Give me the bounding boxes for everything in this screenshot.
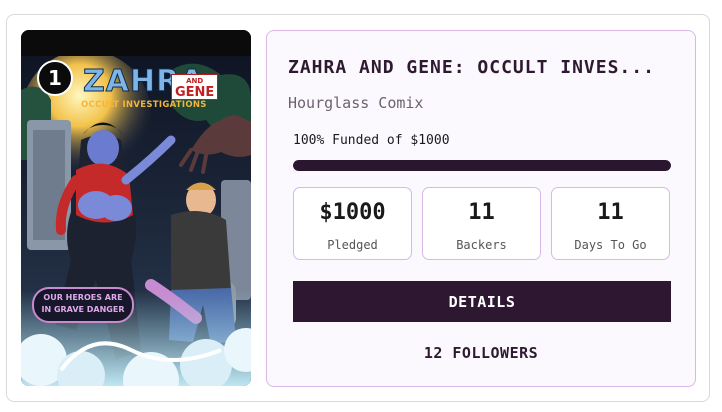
stat-pledged: $1000 Pledged [293,187,412,260]
stat-backers-value: 11 [468,200,495,225]
details-button[interactable]: DETAILS [293,281,671,322]
campaign-info-panel: ZAHRA AND GENE: OCCULT INVES... Hourglas… [266,30,696,387]
issue-number: 1 [48,66,62,90]
campaign-title[interactable]: ZAHRA AND GENE: OCCULT INVES... [288,57,655,78]
cover-logo-gene: GENE [175,85,215,100]
publisher-name[interactable]: Hourglass Comix [288,94,423,112]
stat-pledged-value: $1000 [319,200,386,225]
stat-pledged-label: Pledged [327,238,378,252]
funding-progress-fill [293,160,671,171]
stat-days-label: Days To Go [574,238,647,252]
comic-cover-image[interactable]: 1 ZAHRA AND GENE OCCULT INVESTIGATIONS O… [21,30,251,386]
stat-days-to-go: 11 Days To Go [551,187,670,260]
stat-backers-label: Backers [456,238,507,252]
stat-days-value: 11 [597,200,624,225]
funding-progress-bar [293,160,671,171]
cover-tagline: OUR HEROES ARE IN GRAVE DANGER [35,292,131,316]
cover-tagline-line2: IN GRAVE DANGER [41,305,125,314]
issue-number-badge: 1 [37,60,73,96]
stat-backers: 11 Backers [422,187,541,260]
funded-status: 100% Funded of $1000 [293,133,450,148]
cover-logo-and-gene: AND GENE [171,74,219,100]
cover-logo-subtitle: OCCULT INVESTIGATIONS [81,100,207,110]
followers-count[interactable]: 12 FOLLOWERS [267,344,695,362]
cover-tagline-line1: OUR HEROES ARE [43,293,123,302]
